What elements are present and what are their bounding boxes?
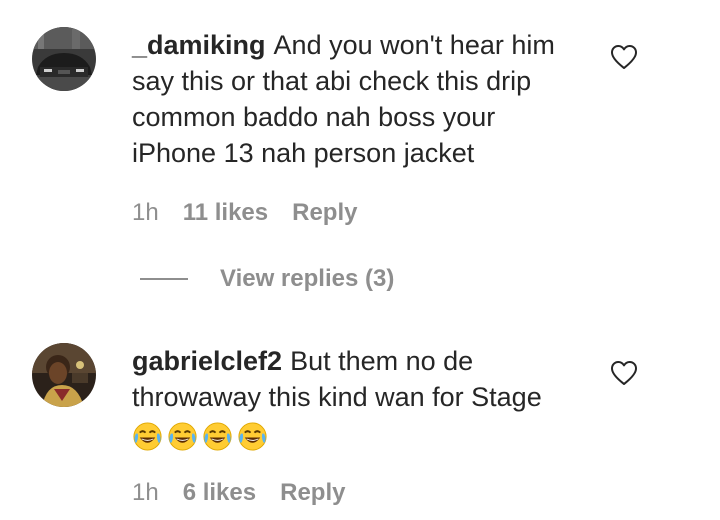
- car-photo-avatar-icon: [32, 27, 96, 91]
- person-photo-avatar-icon: [32, 343, 96, 407]
- comment-likes[interactable]: 6 likes: [183, 478, 256, 508]
- comment-time: 1h: [132, 479, 159, 506]
- comment-likes[interactable]: 11 likes: [183, 198, 268, 228]
- avatar[interactable]: [32, 343, 96, 407]
- comment-meta: 1h 11 likes Reply: [132, 198, 357, 228]
- like-heart-icon[interactable]: [610, 360, 638, 386]
- comment-username[interactable]: gabrielclef2: [132, 346, 282, 376]
- comment-time: 1h: [132, 199, 159, 226]
- like-heart-icon[interactable]: [610, 44, 638, 70]
- reply-button[interactable]: Reply: [280, 478, 345, 508]
- comment-meta: 1h 6 likes Reply: [132, 478, 345, 508]
- view-replies-button[interactable]: View replies (3): [140, 264, 394, 294]
- comment-text: _damiking And you won't hear him say this…: [132, 27, 582, 171]
- view-replies-label: View replies (3): [220, 265, 395, 292]
- face-with-tears-of-joy-emoji: [132, 421, 163, 452]
- face-with-tears-of-joy-emoji: [237, 421, 268, 452]
- comment-text: gabrielclef2 But them no de throwaway thi…: [132, 343, 582, 452]
- face-with-tears-of-joy-emoji: [202, 421, 233, 452]
- view-replies-divider: [140, 278, 188, 280]
- face-with-tears-of-joy-emoji: [167, 421, 198, 452]
- emoji-row: [132, 421, 268, 452]
- comment-username[interactable]: _damiking: [132, 30, 266, 60]
- avatar[interactable]: [32, 27, 96, 91]
- reply-button[interactable]: Reply: [292, 198, 357, 228]
